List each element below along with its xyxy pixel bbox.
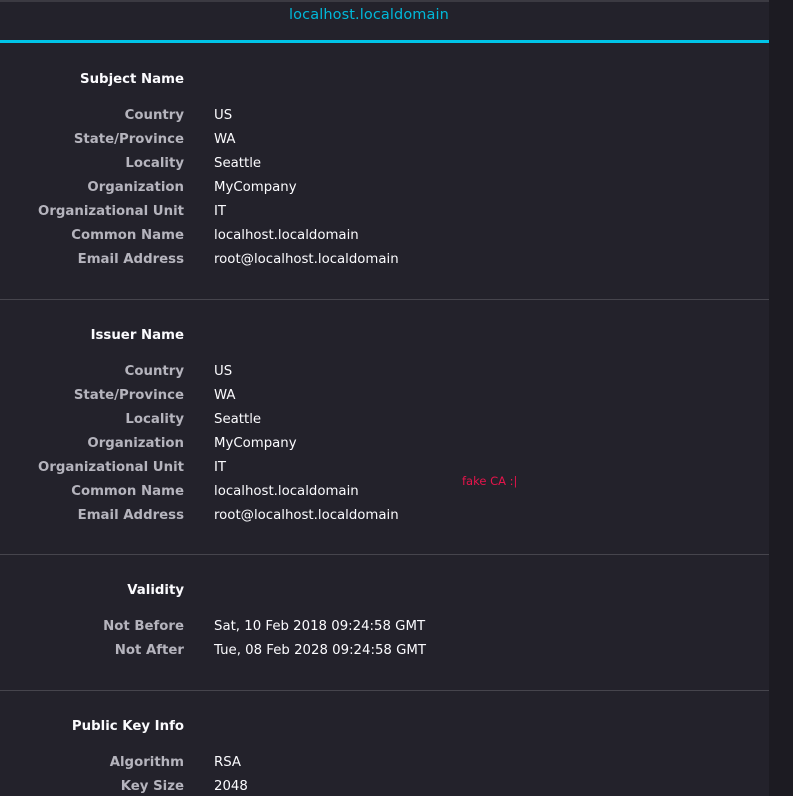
issuer-email-value: root@localhost.localdomain [214,508,399,523]
issuer-country-label: Country [124,364,184,379]
top-edge-divider [0,0,769,2]
subject-org-unit-label: Organizational Unit [38,204,184,219]
key-size-label: Key Size [120,779,184,794]
validity-heading: Validity [127,583,184,598]
issuer-org-unit-value: IT [214,460,227,475]
active-tab-indicator [0,40,769,43]
subject-organization-value: MyCompany [214,180,297,195]
issuer-state-label: State/Province [73,388,184,403]
section-divider [0,299,769,300]
subject-country-label: Country [124,108,184,123]
subject-locality-label: Locality [125,156,184,171]
subject-row-country: Country US [0,104,769,128]
issuer-org-unit-label: Organizational Unit [38,460,184,475]
issuer-row-email: Email Address root@localhost.localdomain [0,504,769,528]
not-before-value: Sat, 10 Feb 2018 09:24:58 GMT [214,619,426,634]
not-after-label: Not After [114,643,184,658]
issuer-locality-value: Seattle [214,412,262,427]
issuer-row-locality: Locality Seattle [0,408,769,432]
issuer-row-country: Country US [0,360,769,384]
algorithm-value: RSA [214,755,242,770]
validity-row-not-before: Not Before Sat, 10 Feb 2018 09:24:58 GMT [0,615,769,639]
subject-state-value: WA [214,132,236,147]
subject-email-label: Email Address [77,252,184,267]
issuer-row-state: State/Province WA [0,384,769,408]
issuer-row-org-unit: Organizational Unit IT [0,456,769,480]
issuer-row-organization: Organization MyCompany [0,432,769,456]
issuer-common-name-label: Common Name [71,484,184,499]
subject-row-organization: Organization MyCompany [0,176,769,200]
issuer-country-value: US [214,364,233,379]
issuer-common-name-value: localhost.localdomain [214,484,359,499]
certificate-content: localhost.localdomain Subject Name Count… [0,0,769,796]
subject-email-value: root@localhost.localdomain [214,252,399,267]
subject-name-heading: Subject Name [80,72,184,87]
not-before-label: Not Before [103,619,184,634]
public-key-row-key-size: Key Size 2048 [0,775,769,796]
issuer-row-common-name: Common Name localhost.localdomain [0,480,769,504]
section-divider [0,690,769,691]
scrollbar-gutter[interactable] [769,0,793,796]
subject-common-name-label: Common Name [71,228,184,243]
key-size-value: 2048 [214,779,248,794]
subject-row-common-name: Common Name localhost.localdomain [0,224,769,248]
subject-locality-value: Seattle [214,156,262,171]
subject-row-locality: Locality Seattle [0,152,769,176]
issuer-state-value: WA [214,388,236,403]
subject-row-org-unit: Organizational Unit IT [0,200,769,224]
issuer-organization-label: Organization [87,436,184,451]
subject-state-label: State/Province [73,132,184,147]
section-divider [0,554,769,555]
subject-row-email: Email Address root@localhost.localdomain [0,248,769,272]
subject-country-value: US [214,108,233,123]
public-key-info-heading: Public Key Info [71,719,184,734]
validity-row-not-after: Not After Tue, 08 Feb 2028 09:24:58 GMT [0,639,769,663]
not-after-value: Tue, 08 Feb 2028 09:24:58 GMT [214,643,426,658]
tab-certificate-title[interactable]: localhost.localdomain [0,3,738,27]
issuer-name-heading: Issuer Name [90,328,184,343]
algorithm-label: Algorithm [109,755,184,770]
subject-common-name-value: localhost.localdomain [214,228,359,243]
issuer-email-label: Email Address [77,508,184,523]
fake-ca-annotation: fake CA :| [462,474,518,488]
issuer-organization-value: MyCompany [214,436,297,451]
subject-row-state: State/Province WA [0,128,769,152]
issuer-locality-label: Locality [125,412,184,427]
subject-org-unit-value: IT [214,204,227,219]
certificate-viewer: localhost.localdomain Subject Name Count… [0,0,793,796]
subject-organization-label: Organization [87,180,184,195]
public-key-row-algorithm: Algorithm RSA [0,751,769,775]
